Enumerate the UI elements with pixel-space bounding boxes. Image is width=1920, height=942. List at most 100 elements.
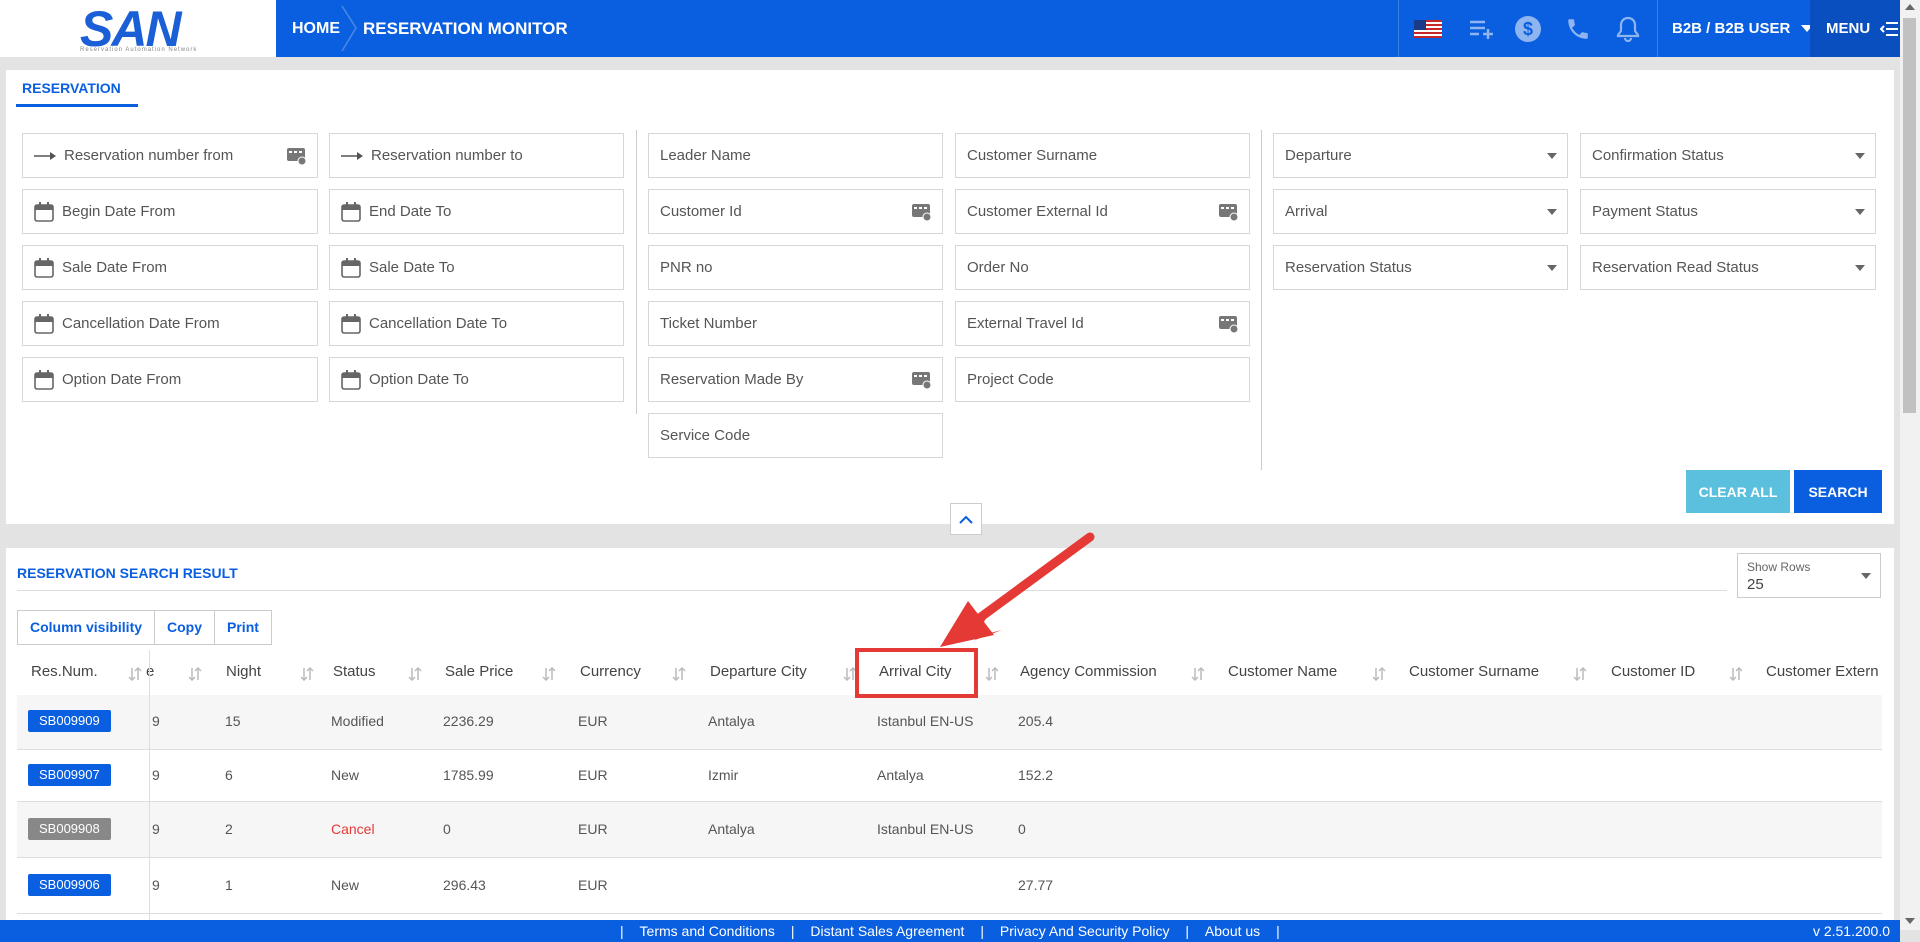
column-header-customer-id[interactable]: Customer ID (1611, 663, 1695, 680)
reservation-made-by-field[interactable]: Reservation Made By (648, 357, 943, 402)
sort-icon[interactable] (188, 667, 202, 681)
sale-date-to-field[interactable]: Sale Date To (329, 245, 624, 290)
column-header-agency-commission[interactable]: Agency Commission (1020, 663, 1157, 680)
leader-name-field[interactable]: Leader Name (648, 133, 943, 178)
print-button[interactable]: Print (215, 611, 271, 644)
sort-icon[interactable] (1372, 667, 1386, 681)
table-tools: Column visibility Copy Print (17, 610, 272, 645)
cell-departure-city: Antalya (708, 713, 755, 729)
order-no-field[interactable]: Order No (955, 245, 1250, 290)
cell-currency: EUR (578, 713, 608, 729)
sort-icon[interactable] (542, 667, 556, 681)
tab-reservation[interactable]: RESERVATION (22, 80, 121, 96)
cell-date: 9 (152, 713, 160, 729)
sort-icon[interactable] (985, 667, 999, 681)
column-header-night[interactable]: Night (226, 663, 261, 680)
arrival-select[interactable]: Arrival (1273, 189, 1568, 234)
add-list-icon[interactable] (1467, 14, 1497, 44)
column-visibility-button[interactable]: Column visibility (18, 611, 156, 644)
option-date-from-field[interactable]: Option Date From (22, 357, 318, 402)
ticket-number-field[interactable]: Ticket Number (648, 301, 943, 346)
chevron-down-icon (1861, 573, 1871, 579)
reservation-number-badge[interactable]: SB009906 (28, 874, 111, 896)
column-header-date[interactable]: e (146, 663, 154, 680)
footer-link-privacy[interactable]: Privacy And Security Policy (988, 923, 1182, 939)
phone-icon[interactable] (1563, 14, 1593, 44)
lookup-icon[interactable] (1219, 314, 1239, 338)
vertical-scrollbar[interactable] (1900, 0, 1920, 930)
external-travel-id-field[interactable]: External Travel Id (955, 301, 1250, 346)
column-header-customer-external[interactable]: Customer Extern (1766, 663, 1879, 680)
pnr-no-field[interactable]: PNR no (648, 245, 943, 290)
reservation-number-from-field[interactable]: Reservation number from (22, 133, 318, 178)
confirmation-status-select[interactable]: Confirmation Status (1580, 133, 1876, 178)
footer-separator: | (980, 923, 984, 939)
column-header-customer-surname[interactable]: Customer Surname (1409, 663, 1539, 680)
project-code-field[interactable]: Project Code (955, 357, 1250, 402)
currency-icon[interactable]: $ (1513, 14, 1543, 44)
sort-icon[interactable] (408, 667, 422, 681)
top-header: SAN Reservation Automation Network HOME … (0, 0, 1900, 57)
cancellation-date-to-field[interactable]: Cancellation Date To (329, 301, 624, 346)
column-header-currency[interactable]: Currency (580, 663, 641, 680)
breadcrumb-home[interactable]: HOME (292, 20, 340, 38)
logo[interactable]: SAN Reservation Automation Network (0, 0, 276, 57)
cancellation-date-from-field[interactable]: Cancellation Date From (22, 301, 318, 346)
cell-agency-commission: 0 (1018, 821, 1026, 837)
lookup-icon[interactable] (287, 146, 307, 170)
column-header-customer-name[interactable]: Customer Name (1228, 663, 1337, 680)
column-header-sale-price[interactable]: Sale Price (445, 663, 513, 680)
column-header-status[interactable]: Status (333, 663, 376, 680)
reservation-read-status-select[interactable]: Reservation Read Status (1580, 245, 1876, 290)
copy-button[interactable]: Copy (155, 611, 216, 644)
clear-all-button[interactable]: CLEAR ALL (1686, 470, 1790, 513)
scrollbar-thumb[interactable] (1903, 18, 1916, 413)
reservation-number-badge[interactable]: SB009909 (28, 710, 111, 732)
sort-icon[interactable] (1191, 667, 1205, 681)
footer-link-distant-sales[interactable]: Distant Sales Agreement (798, 923, 976, 939)
reservation-number-to-field[interactable]: Reservation number to (329, 133, 624, 178)
notification-bell-icon[interactable] (1613, 14, 1643, 44)
column-header-res-num[interactable]: Res.Num. (31, 663, 98, 680)
table-row[interactable] (17, 858, 1882, 914)
search-button[interactable]: SEARCH (1794, 470, 1882, 513)
end-date-to-field[interactable]: End Date To (329, 189, 624, 234)
select-placeholder: Confirmation Status (1592, 147, 1724, 164)
service-code-field[interactable]: Service Code (648, 413, 943, 458)
lookup-icon[interactable] (1219, 202, 1239, 226)
scroll-down-icon[interactable] (1905, 918, 1915, 924)
sort-icon[interactable] (1573, 667, 1587, 681)
field-placeholder: Customer Surname (967, 147, 1098, 164)
lookup-icon[interactable] (912, 202, 932, 226)
begin-date-from-field[interactable]: Begin Date From (22, 189, 318, 234)
customer-surname-field[interactable]: Customer Surname (955, 133, 1250, 178)
reservation-number-badge[interactable]: SB009907 (28, 764, 111, 786)
show-rows-select[interactable]: Show Rows 25 (1737, 553, 1881, 598)
customer-external-id-field[interactable]: Customer External Id (955, 189, 1250, 234)
column-header-departure-city[interactable]: Departure City (710, 663, 807, 680)
sort-icon[interactable] (300, 667, 314, 681)
menu-button[interactable]: MENU (1810, 0, 1900, 57)
departure-select[interactable]: Departure (1273, 133, 1568, 178)
cell-currency: EUR (578, 877, 608, 893)
option-date-to-field[interactable]: Option Date To (329, 357, 624, 402)
reservation-number-badge[interactable]: SB009908 (28, 818, 111, 840)
scroll-up-icon[interactable] (1905, 4, 1915, 10)
footer-link-about[interactable]: About us (1193, 923, 1272, 939)
sort-icon[interactable] (672, 667, 686, 681)
field-placeholder: Reservation number from (64, 147, 234, 164)
footer-link-terms[interactable]: Terms and Conditions (628, 923, 787, 939)
lookup-icon[interactable] (912, 370, 932, 394)
sale-date-from-field[interactable]: Sale Date From (22, 245, 318, 290)
collapse-filters-button[interactable] (950, 503, 982, 535)
us-flag-icon[interactable] (1413, 14, 1443, 44)
user-menu[interactable]: B2B / B2B USER (1672, 20, 1813, 37)
payment-status-select[interactable]: Payment Status (1580, 189, 1876, 234)
page-title: RESERVATION MONITOR (363, 19, 568, 38)
reservation-status-select[interactable]: Reservation Status (1273, 245, 1568, 290)
customer-id-field[interactable]: Customer Id (648, 189, 943, 234)
table-row[interactable] (17, 750, 1882, 802)
sort-icon[interactable] (128, 667, 142, 681)
sort-icon[interactable] (1729, 667, 1743, 681)
calendar-icon (341, 257, 361, 278)
